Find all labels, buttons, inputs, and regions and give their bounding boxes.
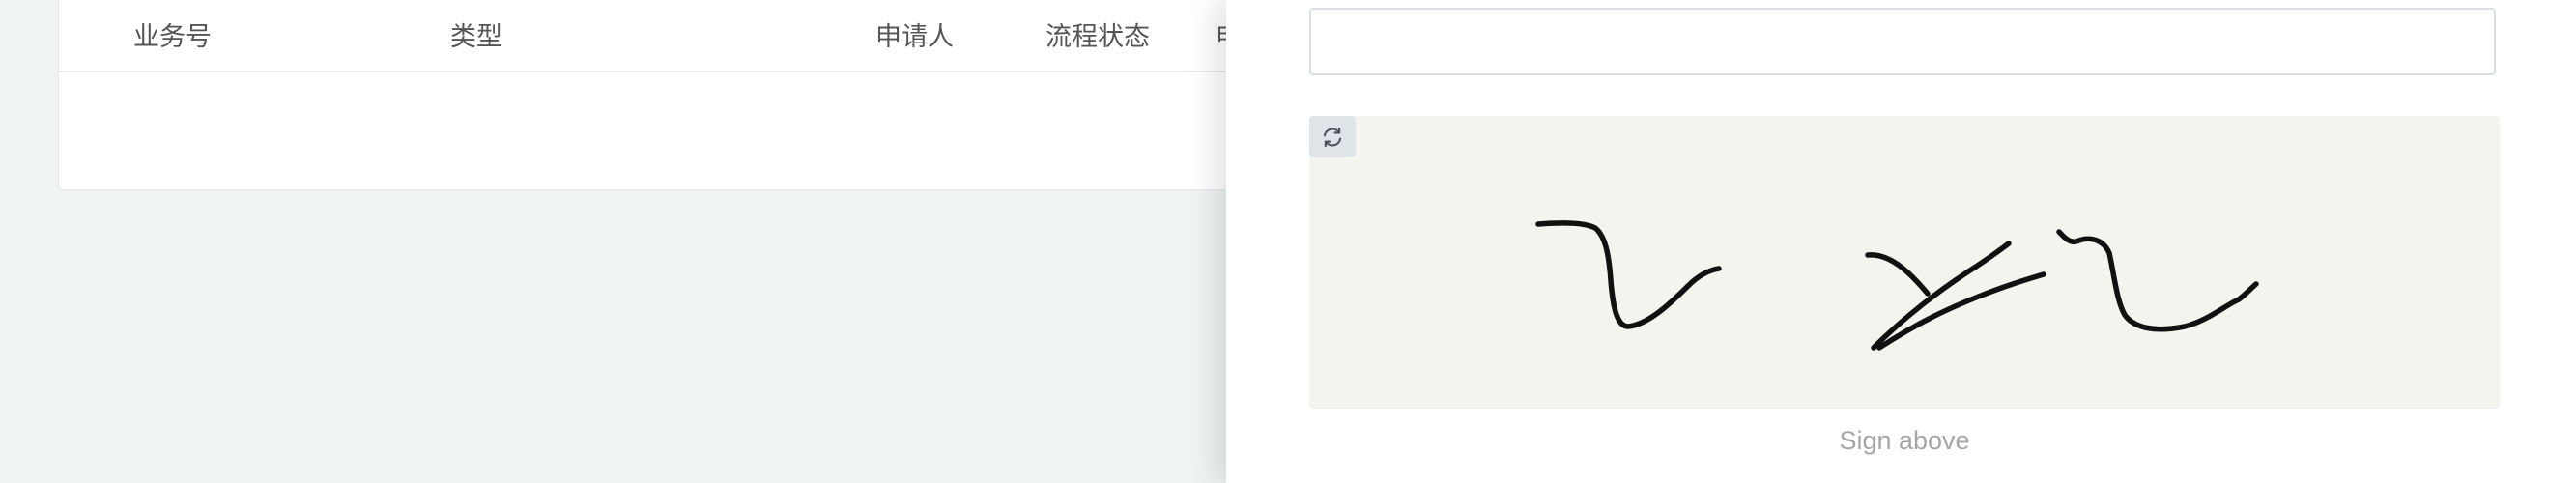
column-header-applicant[interactable]: 申请人 (875, 15, 954, 53)
column-header-process-status[interactable]: 流程状态 (1045, 15, 1150, 53)
table-header: 业务号 类型 申请人 流程状态 申 (58, 0, 1275, 72)
column-header-business-no[interactable]: 业务号 (133, 15, 212, 53)
text-input[interactable] (1309, 8, 2496, 75)
refresh-icon (1323, 127, 1342, 147)
drawer-panel: Sign above (1226, 0, 2576, 483)
column-header-type[interactable]: 类型 (450, 15, 502, 53)
signature-stroke (1876, 271, 2046, 351)
signature-strokes (1535, 220, 2259, 351)
signature-hint: Sign above (1839, 426, 1970, 455)
refresh-button[interactable] (1309, 116, 1356, 157)
signature-stroke (1865, 252, 1931, 297)
signature-stroke (1535, 220, 1722, 329)
signature-stroke (2056, 229, 2259, 332)
signature-pad[interactable] (1309, 116, 2500, 409)
